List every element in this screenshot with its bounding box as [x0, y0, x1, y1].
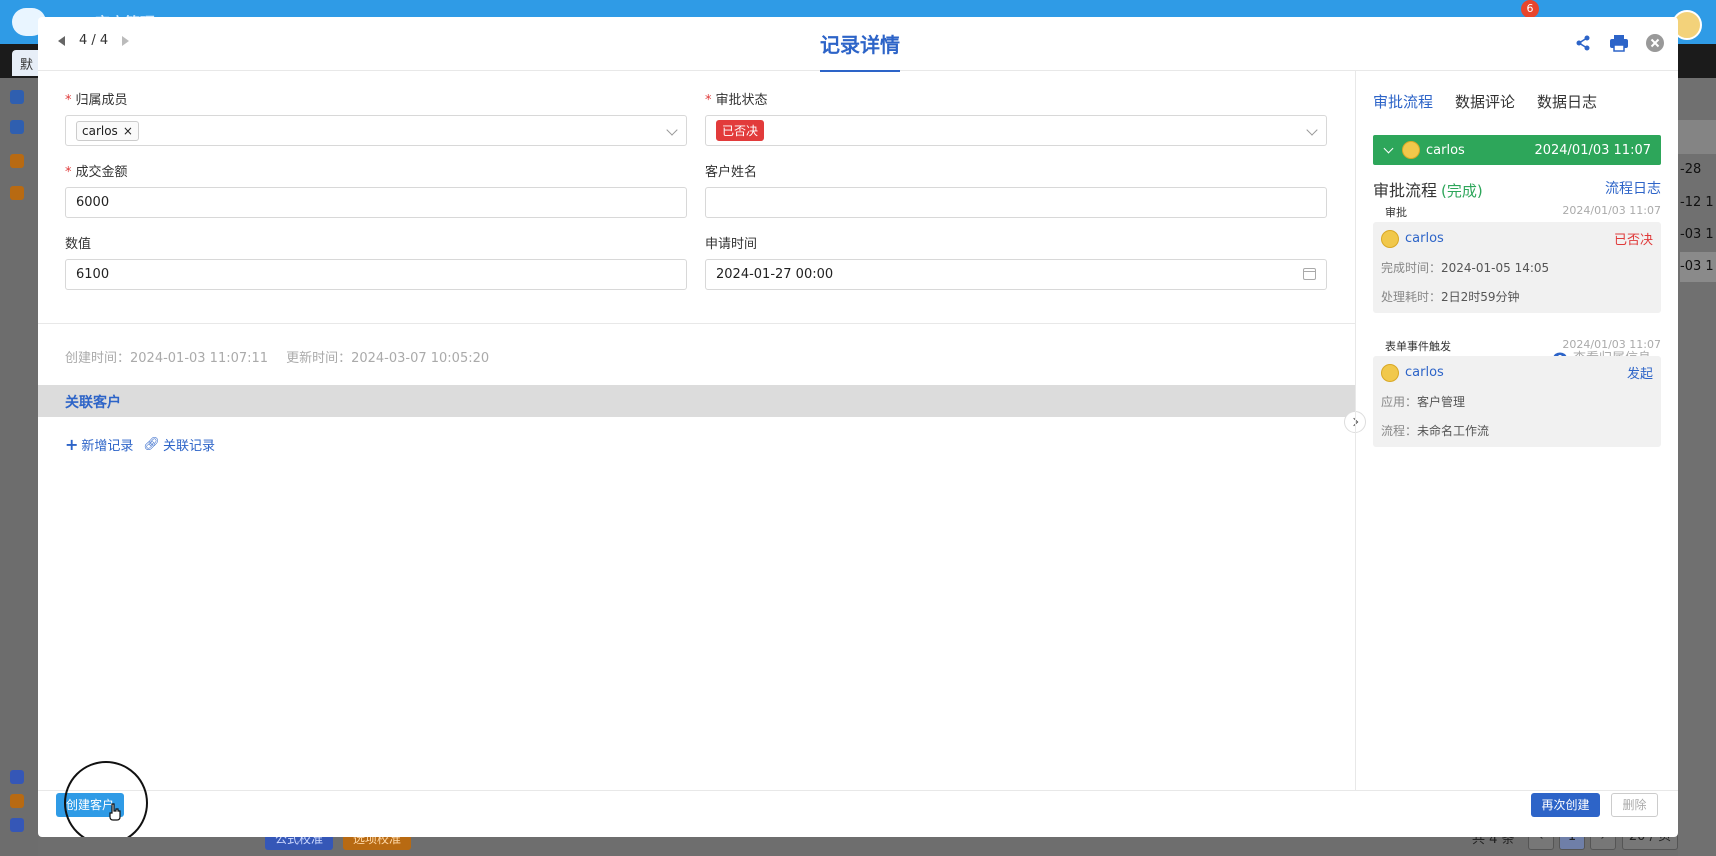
- owner-select[interactable]: carlos ×: [65, 115, 687, 146]
- tab-data-comments[interactable]: 数据评论: [1455, 91, 1515, 112]
- footer-divider: [38, 790, 1678, 791]
- number-field: 数值 6100: [65, 233, 687, 290]
- bg-table-cell: -03 1: [1680, 227, 1714, 242]
- prev-record-icon[interactable]: [58, 35, 65, 46]
- flow-log-link[interactable]: 流程日志: [1605, 178, 1661, 198]
- avatar: [1381, 229, 1399, 248]
- app-sidebar: [0, 78, 38, 856]
- complete-time: 2024-01-05 14:05: [1441, 260, 1550, 275]
- print-icon[interactable]: [1608, 32, 1630, 54]
- step-card: carlos 已否决 完成时间： 2024-01-05 14:05 处理耗时： 2日…: [1373, 222, 1661, 313]
- tab-approval-flow[interactable]: 审批流程: [1373, 91, 1433, 112]
- owner-label: 归属成员: [75, 93, 128, 108]
- sidebar-orange-icon-2[interactable]: [10, 186, 24, 200]
- app-name: 客户管理: [1417, 395, 1466, 409]
- step-result: 已否决: [1613, 233, 1653, 248]
- owner-field: * 归属成员 carlos ×: [65, 89, 687, 146]
- related-actions: + 新增记录 🔗︎ 关联记录: [65, 435, 215, 454]
- header-icons: [1572, 32, 1666, 54]
- step-date: 2024/01/03 11:07: [1562, 338, 1661, 351]
- flow-title: 审批流程 (完成): [1373, 181, 1483, 200]
- chevron-down-icon: [1383, 143, 1394, 153]
- amount-input[interactable]: 6000: [65, 187, 687, 218]
- step-user: carlos: [1405, 231, 1444, 246]
- flow-header[interactable]: carlos 2024/01/03 11:07: [1373, 135, 1661, 165]
- avatar: [1402, 141, 1420, 159]
- bg-table-cell: -12 1: [1680, 195, 1714, 210]
- close-icon[interactable]: [1644, 32, 1666, 54]
- step-result: 发起: [1626, 367, 1653, 382]
- link-record-button[interactable]: 🔗︎ 关联记录: [143, 435, 215, 454]
- status-field: * 审批状态 已否决: [705, 89, 1327, 146]
- sidebar-doc-icon[interactable]: [10, 120, 24, 134]
- duration: 2日2时59分钟: [1441, 290, 1520, 304]
- number-input[interactable]: 6100: [65, 259, 687, 290]
- sidebar-form-icon[interactable]: [10, 770, 24, 784]
- bg-table-header: [1678, 120, 1716, 154]
- bg-table-cell: -28: [1680, 162, 1702, 177]
- sidebar-orange-icon[interactable]: [10, 154, 24, 168]
- record-pager-text: 4 / 4: [79, 33, 109, 48]
- sidebar-folder-icon[interactable]: [10, 818, 24, 832]
- status-label: 审批状态: [715, 93, 768, 108]
- next-record-icon[interactable]: [122, 35, 130, 46]
- record-detail-modal: 4 / 4 记录详情 * 归属成员 carlos × * 审批状态 已否决 * …: [38, 17, 1678, 837]
- number-label: 数值: [65, 237, 92, 252]
- status-badge: 已否决: [716, 120, 765, 141]
- share-icon[interactable]: [1572, 32, 1594, 54]
- chevron-down-icon: [1306, 124, 1318, 136]
- flow-status: (完成): [1441, 182, 1483, 200]
- panel-tabs: 审批流程 数据评论 数据日志: [1373, 91, 1597, 112]
- flow-head-date: 2024/01/03 11:07: [1534, 142, 1651, 158]
- recreate-button[interactable]: 再次创建: [1531, 793, 1600, 817]
- step-card: carlos 发起 应用： 客户管理 流程： 未命名工作流: [1373, 356, 1661, 447]
- bg-table-cell-selected: -03 1: [1680, 252, 1716, 282]
- apply-time-value: 2024-01-27 00:00: [716, 267, 834, 282]
- record-pager: 4 / 4: [58, 33, 130, 48]
- sidebar-table-icon[interactable]: [10, 794, 24, 808]
- created-time: 创建时间：2024-01-03 11:07:11: [65, 351, 269, 366]
- plus-icon: +: [65, 435, 79, 454]
- sidebar-user-icon[interactable]: [10, 90, 24, 104]
- delete-button[interactable]: 删除: [1611, 793, 1658, 817]
- notification-badge: 6: [1521, 0, 1539, 18]
- add-record-button[interactable]: + 新增记录: [65, 435, 133, 454]
- modal-header: 4 / 4 记录详情: [38, 17, 1678, 72]
- amount-label: 成交金额: [75, 165, 128, 180]
- step-label: 审批: [1385, 206, 1407, 219]
- customer-name-label: 客户姓名: [705, 165, 758, 180]
- remove-tag-icon[interactable]: ×: [123, 124, 133, 138]
- related-section-bar: 关联客户: [38, 385, 1355, 417]
- modal-title: 记录详情: [820, 29, 900, 72]
- approval-panel: 审批流程 数据评论 数据日志 carlos 2024/01/03 11:07 审…: [1356, 71, 1678, 790]
- apply-time-field: 申请时间 2024-01-27 00:00: [705, 233, 1327, 290]
- step-date: 2024/01/03 11:07: [1562, 204, 1661, 217]
- apply-time-picker[interactable]: 2024-01-27 00:00: [705, 259, 1327, 290]
- status-select[interactable]: 已否决: [705, 115, 1327, 146]
- avatar: [1381, 363, 1399, 382]
- step-label: 表单事件触发: [1385, 340, 1451, 353]
- customer-name-input[interactable]: [705, 187, 1327, 218]
- hand-cursor-icon: [109, 803, 121, 821]
- link-icon: 🔗︎: [143, 437, 160, 452]
- flow-head-user: carlos: [1426, 142, 1465, 158]
- divider: [38, 323, 1355, 324]
- calendar-icon: [1303, 268, 1316, 280]
- updated-time: 更新时间：2024-03-07 10:05:20: [286, 351, 490, 366]
- related-title: 关联客户: [65, 395, 121, 411]
- record-meta: 创建时间：2024-01-03 11:07:11 更新时间：2024-03-07…: [65, 347, 489, 366]
- click-highlight-ring: [64, 761, 148, 837]
- owner-tag: carlos ×: [76, 120, 139, 141]
- step-user: carlos: [1405, 365, 1444, 380]
- tab-data-log[interactable]: 数据日志: [1537, 91, 1597, 112]
- chevron-down-icon: [666, 124, 678, 136]
- customer-name-field: 客户姓名: [705, 161, 1327, 218]
- apply-time-label: 申请时间: [705, 237, 758, 252]
- workflow-name: 未命名工作流: [1417, 424, 1490, 438]
- amount-field: * 成交金额 6000: [65, 161, 687, 218]
